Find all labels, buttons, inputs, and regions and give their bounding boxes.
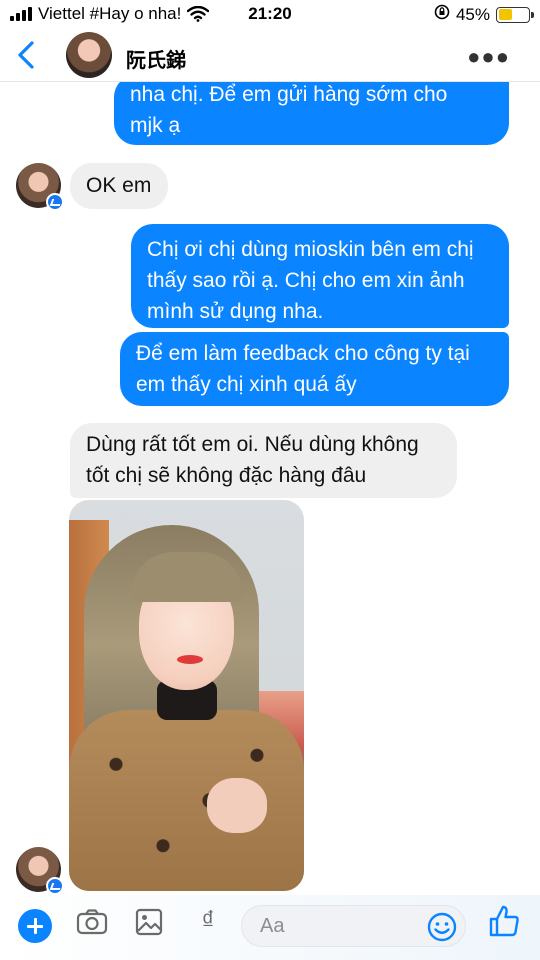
message-input-placeholder: Aa	[260, 915, 285, 937]
message-input[interactable]: Aa	[241, 905, 466, 947]
message-bubble-incoming[interactable]: Dùng rất tốt em oi. Nếu dùng không tốt c…	[70, 423, 457, 498]
avatar[interactable]	[66, 32, 112, 78]
like-icon[interactable]	[488, 904, 520, 943]
messenger-badge-icon	[46, 877, 64, 895]
message-bubble-incoming[interactable]: OK em	[70, 163, 168, 209]
message-bubble-outgoing[interactable]: Chị ơi chị dùng mioskin bên em chị thấy …	[131, 224, 509, 328]
battery-percent: 45%	[455, 4, 490, 24]
camera-icon[interactable]	[76, 908, 108, 941]
messenger-badge-icon	[46, 193, 64, 211]
message-line: mjk ạ	[130, 114, 181, 137]
rotation-lock-icon	[434, 4, 450, 25]
message-line: Dùng rất tốt em oi. Nếu dùng không	[86, 433, 419, 456]
conversation-header: 阮氏銻 ●●●	[0, 30, 540, 82]
message-bubble-outgoing[interactable]: nha chị. Để em gửi hàng sớm cho mjk ạ	[114, 75, 509, 145]
gallery-icon[interactable]	[135, 908, 163, 941]
more-icon[interactable]: ●●●	[467, 44, 510, 70]
emoji-icon[interactable]	[427, 912, 457, 947]
composer-bar: ₫ Aa	[0, 895, 540, 960]
contact-name[interactable]: 阮氏銻	[126, 44, 186, 73]
photo-attachment[interactable]	[69, 500, 304, 891]
message-line: Để em làm feedback cho công ty tại	[136, 342, 470, 365]
message-line: em thấy chị xinh quá ấy	[136, 373, 357, 396]
battery-icon	[496, 6, 534, 23]
message-line: Chị ơi chị dùng mioskin bên em chị	[147, 238, 474, 261]
avatar[interactable]	[16, 163, 64, 211]
avatar[interactable]	[16, 847, 64, 895]
plus-icon[interactable]	[18, 909, 52, 943]
message-line: mình sử dụng nha.	[147, 300, 324, 323]
back-chevron-icon[interactable]	[14, 40, 40, 70]
message-line: nha chị. Để em gửi hàng sớm cho	[130, 83, 448, 106]
message-bubble-outgoing[interactable]: Để em làm feedback cho công ty tại em th…	[120, 332, 509, 406]
dong-icon[interactable]: ₫	[196, 905, 220, 936]
message-line: OK em	[86, 174, 152, 197]
status-right: 45%	[434, 4, 534, 25]
status-bar: Viettel #Hay o nha! 21:20 45%	[0, 0, 540, 30]
message-line: thấy sao rồi ạ. Chị cho em xin ảnh	[147, 269, 465, 292]
message-line: tốt chị sẽ không đặc hàng đâu	[86, 464, 367, 487]
